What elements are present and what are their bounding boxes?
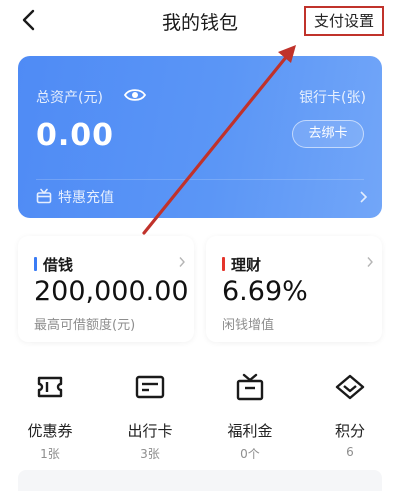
shortcut-welfare-fund[interactable]: 福利金 0个 — [200, 372, 300, 462]
special-recharge-label: 特惠充值 — [58, 190, 114, 206]
invest-tile-header: 理财 — [222, 254, 261, 275]
special-recharge-row[interactable]: 特惠充值 — [36, 187, 114, 209]
bank-card-label: 银行卡(张) — [299, 90, 366, 106]
wallet-card: 总资产(元) 银行卡(张) 0.00 去绑卡 特惠充值 — [18, 56, 382, 218]
invest-tile[interactable]: 理财 6.69% 闲钱增值 — [206, 236, 382, 342]
shortcut-points[interactable]: 积分 6 — [300, 372, 400, 459]
gift-icon — [36, 188, 52, 204]
chevron-right-icon — [360, 191, 368, 203]
borrow-title: 借钱 — [43, 256, 74, 274]
chevron-right-icon — [367, 257, 373, 267]
diamond-icon — [335, 374, 365, 400]
shortcut-count: 6 — [346, 445, 354, 459]
card-divider — [36, 179, 364, 180]
invest-rate-label: 闲钱增值 — [222, 318, 275, 333]
ticket-icon — [37, 376, 63, 398]
shortcut-label: 出行卡 — [127, 422, 173, 440]
shortcut-label: 福利金 — [227, 422, 273, 440]
borrow-limit-label: 最高可借额度(元) — [34, 318, 136, 333]
chevron-right-icon — [179, 257, 185, 267]
shortcut-label: 积分 — [334, 422, 365, 440]
bottom-panel — [18, 470, 382, 491]
eye-icon[interactable] — [124, 87, 146, 103]
total-assets-label: 总资产(元) — [36, 90, 103, 106]
invest-rate-value: 6.69% — [222, 276, 308, 307]
shortcut-count: 3张 — [140, 447, 160, 461]
shortcut-count: 0个 — [240, 447, 260, 461]
borrow-tile[interactable]: 借钱 200,000.00 最高可借额度(元) — [18, 236, 194, 342]
bind-card-button[interactable]: 去绑卡 — [292, 120, 364, 148]
shortcut-label: 优惠券 — [27, 422, 73, 440]
shortcut-travel-card[interactable]: 出行卡 3张 — [100, 372, 200, 462]
total-assets-value: 0.00 — [36, 118, 115, 153]
shortcut-count: 1张 — [40, 447, 60, 461]
invest-title: 理财 — [231, 256, 262, 274]
top-bar: 我的钱包 支付设置 — [0, 0, 400, 40]
pay-settings-button[interactable]: 支付设置 — [303, 6, 384, 36]
gift-box-icon — [236, 373, 264, 401]
borrow-limit-value: 200,000.00 — [34, 276, 189, 307]
shortcut-coupons[interactable]: 优惠券 1张 — [0, 372, 100, 462]
borrow-accent-bar — [34, 257, 37, 271]
card-icon — [135, 375, 165, 399]
invest-accent-bar — [222, 257, 225, 271]
borrow-tile-header: 借钱 — [34, 254, 73, 275]
